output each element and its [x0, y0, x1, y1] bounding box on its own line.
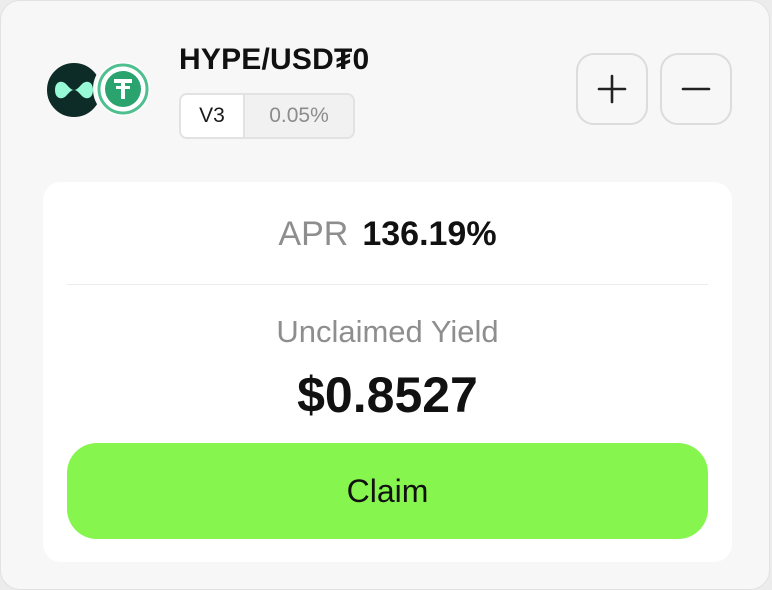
claim-button[interactable]: Claim — [67, 443, 708, 539]
divider — [67, 284, 708, 285]
fee-tier-badge: 0.05% — [245, 95, 353, 137]
pair-title: HYPE/USD₮0 — [179, 43, 370, 76]
position-card: HYPE/USD₮0 V3 0.05% APR 136.19% Unclaimed… — [0, 0, 770, 590]
unclaimed-yield-value: $0.8527 — [297, 367, 478, 423]
token-pair-logos — [45, 59, 155, 121]
usdt0-logo-icon — [93, 59, 153, 119]
apr-value: 136.19% — [362, 215, 497, 253]
apr-label: APR — [278, 215, 349, 253]
yield-panel: APR 136.19% Unclaimed Yield $0.8527 Claim — [43, 182, 732, 562]
version-badge: V3 — [181, 95, 245, 137]
plus-icon — [597, 74, 627, 104]
pool-badges: V3 0.05% — [179, 93, 355, 139]
add-liquidity-button[interactable] — [576, 53, 648, 125]
apr-row: APR 136.19% — [43, 212, 732, 256]
unclaimed-yield-label: Unclaimed Yield — [276, 314, 499, 349]
minus-icon — [681, 87, 711, 91]
remove-liquidity-button[interactable] — [660, 53, 732, 125]
